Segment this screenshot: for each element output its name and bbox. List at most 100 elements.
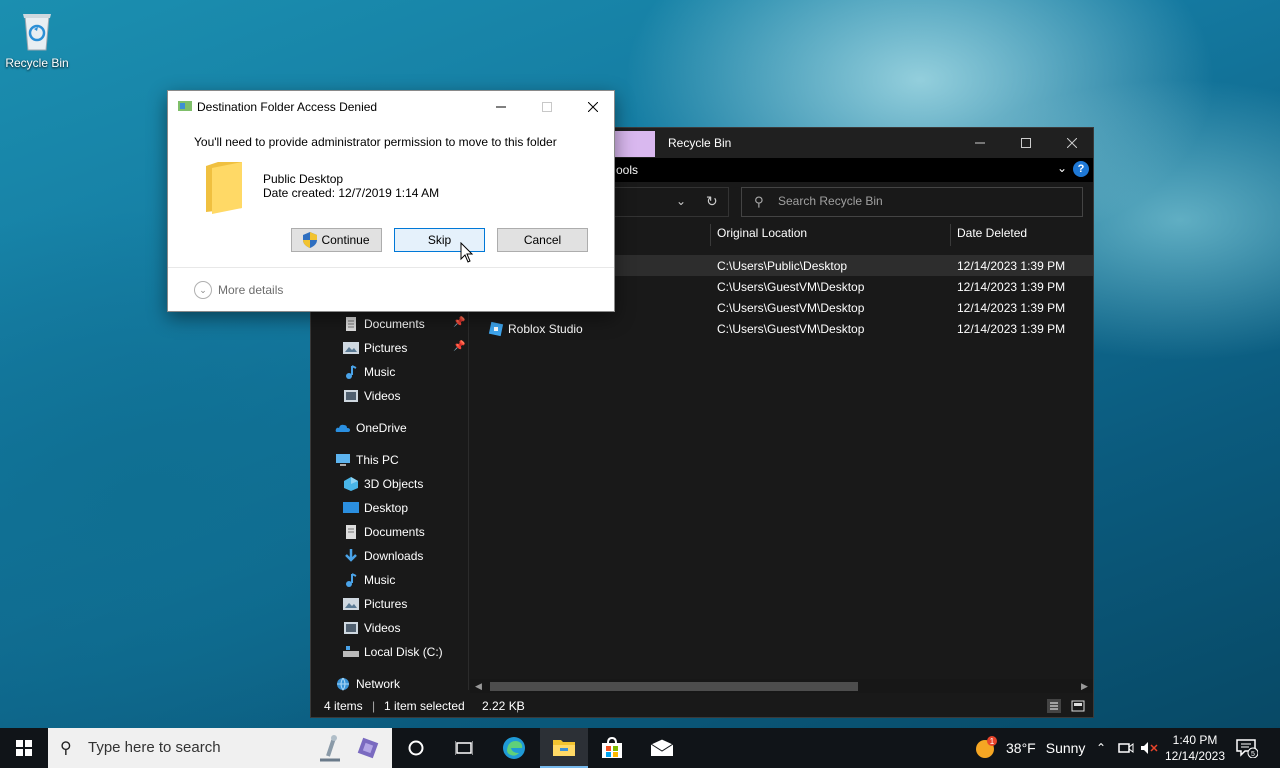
music-icon [346, 573, 357, 587]
skip-label: Skip [427, 233, 452, 247]
nav-item-onedrive[interactable]: OneDrive [335, 417, 407, 439]
nav-item-music[interactable]: Music [343, 361, 395, 383]
system-clock[interactable]: 1:40 PM 12/14/2023 [1160, 732, 1230, 764]
action-center-button[interactable]: 5 [1236, 738, 1259, 761]
volume-button[interactable] [1140, 728, 1158, 768]
taskbar-mail[interactable] [638, 728, 686, 768]
taskbar-search[interactable]: ⚲ [48, 728, 392, 768]
meet-now-button[interactable] [1118, 728, 1134, 768]
dialog-minimize-button[interactable] [478, 91, 524, 122]
mouse-cursor-icon [460, 242, 474, 263]
nav-item-pc-documents[interactable]: Documents [343, 521, 425, 543]
show-hidden-icons-button[interactable]: ⌃ [1096, 728, 1106, 768]
scrollbar-thumb[interactable] [490, 682, 858, 691]
dialog-titlebar[interactable]: Destination Folder Access Denied [168, 91, 614, 122]
horizontal-scrollbar[interactable]: ◀ ▶ [470, 679, 1093, 693]
taskbar-file-explorer[interactable] [540, 728, 588, 768]
start-button[interactable] [0, 728, 48, 768]
nav-item-this-pc[interactable]: This PC [335, 449, 399, 471]
status-selected: 1 item selected [384, 699, 465, 713]
address-dropdown-icon[interactable]: ⌄ [676, 194, 686, 208]
scroll-right-icon[interactable]: ▶ [1081, 681, 1088, 692]
close-button[interactable] [1049, 128, 1095, 158]
recycle-bin-label: Recycle Bin [5, 56, 69, 70]
nav-item-label: 3D Objects [364, 477, 424, 491]
maximize-icon [1021, 138, 1031, 148]
taskbar-store[interactable] [588, 728, 636, 768]
download-icon [345, 549, 357, 562]
music-icon [346, 365, 357, 379]
column-header-date-deleted[interactable]: Date Deleted [957, 226, 1027, 240]
table-row[interactable]: Roblox Studio C:\Users\GuestVM\Desktop 1… [470, 318, 1093, 339]
nav-item-3d-objects[interactable]: 3D Objects [343, 473, 423, 495]
row-date: 12/14/2023 1:39 PM [957, 322, 1066, 336]
maximize-button[interactable] [1003, 128, 1049, 158]
desktop-recycle-bin[interactable]: Recycle Bin [4, 8, 70, 70]
status-item-count: 4 items [324, 699, 363, 713]
search-input[interactable] [778, 194, 1068, 208]
continue-button[interactable]: Continue [291, 228, 382, 252]
computer-icon [336, 454, 350, 466]
pin-icon[interactable]: 📌 [453, 341, 465, 352]
nav-item-label: Network [356, 677, 401, 691]
nav-item-videos[interactable]: Videos [343, 385, 400, 407]
nav-item-pc-videos[interactable]: Videos [343, 617, 400, 639]
cortana-button[interactable] [392, 728, 440, 768]
search-highlight-microscope-icon[interactable] [314, 732, 346, 764]
taskbar: ⚲ 1 [0, 728, 1280, 768]
nav-item-downloads[interactable]: Downloads [343, 545, 423, 567]
nav-item-pc-pictures[interactable]: Pictures [343, 593, 407, 615]
continue-label: Continue [321, 233, 370, 247]
ribbon-context-tab[interactable] [611, 131, 655, 157]
videos-icon [344, 390, 358, 402]
nav-item-label: OneDrive [356, 421, 407, 435]
nav-item-label: Music [364, 573, 396, 587]
large-icons-view-icon[interactable] [1071, 699, 1085, 713]
row-date: 12/14/2023 1:39 PM [957, 301, 1066, 315]
edge-icon [503, 737, 525, 759]
folder-icon [206, 162, 242, 214]
column-separator[interactable] [710, 224, 711, 246]
taskbar-search-input[interactable] [88, 739, 308, 756]
ribbon-tools-tab[interactable]: ools [616, 163, 638, 177]
address-bar[interactable]: ⌄ ↻ [611, 187, 729, 217]
task-view-button[interactable] [440, 728, 488, 768]
column-separator[interactable] [950, 224, 951, 246]
folder-date-created: Date created: 12/7/2019 1:14 AM [263, 186, 440, 200]
details-view-icon[interactable] [1047, 699, 1061, 713]
close-icon [1067, 138, 1077, 148]
documents-icon [346, 317, 356, 331]
nav-item-local-disk[interactable]: Local Disk (C:) [343, 641, 443, 663]
meet-now-icon [1118, 743, 1134, 753]
nav-item-pictures[interactable]: Pictures [343, 337, 407, 359]
drive-icon [343, 646, 359, 657]
nav-item-desktop[interactable]: Desktop [343, 497, 408, 519]
help-icon[interactable]: ? [1073, 161, 1089, 177]
taskbar-edge[interactable] [490, 728, 538, 768]
nav-item-label: Downloads [364, 549, 424, 563]
dialog-close-button[interactable] [570, 91, 616, 122]
weather-desc: Sunny [1045, 740, 1086, 756]
scroll-left-icon[interactable]: ◀ [475, 681, 482, 692]
store-icon [602, 737, 622, 758]
nav-item-label: Local Disk (C:) [364, 645, 443, 659]
more-details-label: More details [218, 283, 284, 297]
nav-item-label: Desktop [364, 501, 409, 515]
chevron-down-icon: ⌄ [194, 281, 212, 299]
minimize-icon [496, 106, 506, 107]
cancel-button[interactable]: Cancel [497, 228, 588, 252]
ribbon-expand-icon[interactable]: ⌄ [1057, 161, 1067, 175]
dialog-divider [168, 267, 614, 268]
weather-widget[interactable]: 1 38°F Sunny [974, 728, 1085, 768]
refresh-icon[interactable]: ↻ [706, 193, 718, 210]
nav-item-documents[interactable]: Documents [343, 313, 425, 335]
explorer-title: Recycle Bin [668, 136, 732, 150]
search-box[interactable]: ⚲ [741, 187, 1083, 217]
minimize-button[interactable] [957, 128, 1003, 158]
nav-item-network[interactable]: Network [335, 673, 400, 695]
search-highlight-satellite-icon[interactable] [352, 732, 384, 764]
column-header-original-location[interactable]: Original Location [717, 226, 807, 240]
nav-item-pc-music[interactable]: Music [343, 569, 395, 591]
more-details-toggle[interactable]: ⌄ More details [194, 281, 283, 299]
pin-icon[interactable]: 📌 [453, 317, 465, 328]
